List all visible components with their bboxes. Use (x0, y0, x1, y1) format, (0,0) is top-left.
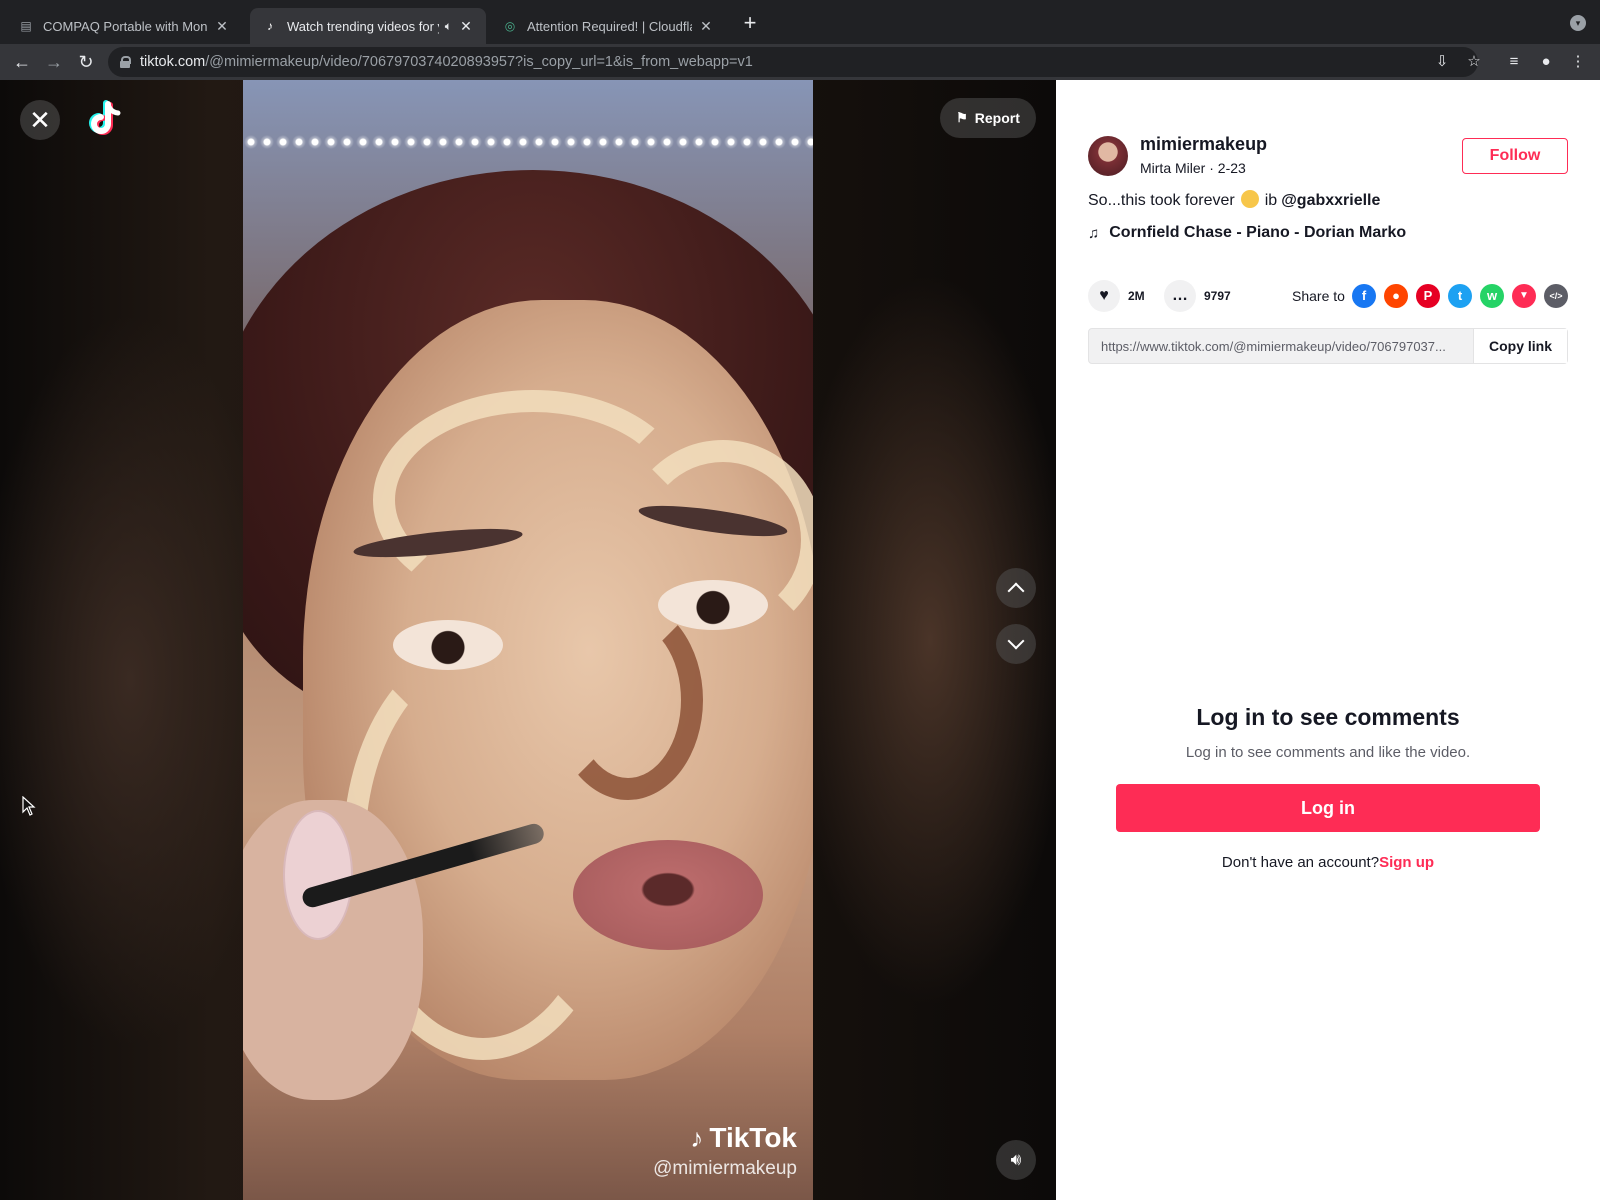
tab-title: Attention Required! | Cloudflar (527, 18, 692, 34)
video-stage: ♪ TikTok @mimiermakeup ✕ ⚑ Report 🔊︎ (0, 80, 1056, 1200)
browser-tab-strip: ▤ COMPAQ Portable with Monoc ✕ ♪ Watch t… (0, 0, 1600, 44)
bookmark-star-icon[interactable]: ☆ (1464, 52, 1484, 72)
tab-title: COMPAQ Portable with Monoc (43, 18, 208, 34)
new-tab-button[interactable]: + (738, 12, 762, 36)
previous-video-button[interactable] (996, 568, 1036, 608)
cloudflare-favicon: ◎ (504, 19, 516, 33)
media-control-icon[interactable]: ≡ (1504, 52, 1524, 72)
volume-icon: 🔊︎ (1010, 1150, 1022, 1169)
video-nail (283, 810, 353, 940)
chevron-up-icon (1007, 582, 1025, 600)
comment-icon[interactable]: … (1164, 280, 1196, 312)
share-icons: f ● P t w ▼ </> (1352, 284, 1576, 308)
author-username[interactable]: mimiermakeup (1140, 134, 1267, 155)
video-player[interactable]: ♪ TikTok @mimiermakeup (243, 80, 813, 1200)
video-caption: So...this took forever ib @gabxxrielle (1088, 190, 1380, 210)
signup-line: Don't have an account?Sign up (1056, 854, 1600, 871)
tiktok-favicon: ♪ (267, 19, 273, 33)
watermark-logo: ♪ TikTok (653, 1122, 797, 1154)
tiktok-logo-icon[interactable] (86, 100, 122, 140)
music-title: Cornfield Chase - Piano - Dorian Marko (1109, 224, 1407, 241)
address-bar[interactable]: tiktok.com/@mimiermakeup/video/706797037… (108, 47, 1478, 77)
caption-mention-link[interactable]: @gabxxrielle (1281, 192, 1380, 210)
back-icon[interactable]: ← (10, 50, 34, 74)
watermark-brand: TikTok (709, 1122, 797, 1153)
volume-button[interactable]: 🔊︎ (996, 1140, 1036, 1180)
comment-stat[interactable]: … 9797 (1164, 280, 1231, 312)
report-label: Report (974, 110, 1020, 126)
led-lights (243, 132, 813, 152)
lock-icon[interactable] (120, 56, 131, 68)
like-stat[interactable]: ♥ 2M (1088, 280, 1145, 312)
caption-text: So...this took forever (1088, 192, 1235, 209)
music-note-icon: ♫ (1088, 224, 1100, 242)
share-to-label: Share to (1292, 288, 1345, 304)
browser-toolbar: ← → ↻ tiktok.com/@mimiermakeup/video/706… (0, 44, 1600, 80)
close-tab-icon[interactable]: ✕ (458, 18, 474, 34)
reddit-icon[interactable]: ● (1384, 284, 1408, 308)
tab-cloudflare[interactable]: ◎ Attention Required! | Cloudflar ✕ (490, 8, 726, 44)
embed-icon[interactable]: </> (1544, 284, 1568, 308)
next-video-button[interactable] (996, 624, 1036, 664)
signup-link[interactable]: Sign up (1379, 854, 1434, 871)
no-account-text: Don't have an account? (1221, 854, 1380, 871)
like-count: 2M (1128, 289, 1145, 303)
tab-title: Watch trending videos for y (287, 18, 439, 34)
whatsapp-icon[interactable]: w (1480, 284, 1504, 308)
tab-search-icon[interactable]: ▾ (1570, 15, 1586, 31)
pinterest-icon[interactable]: P (1416, 284, 1440, 308)
comment-count: 9797 (1204, 289, 1231, 303)
copy-link-button[interactable]: Copy link (1473, 329, 1567, 363)
separator-dot: · (1209, 160, 1218, 176)
profile-icon[interactable]: ● (1536, 52, 1556, 72)
author-subline: Mirta Miler · 2-23 (1140, 160, 1246, 176)
smile-emoji-icon (1240, 190, 1259, 208)
video-info-panel: mimiermakeup Mirta Miler · 2-23 Follow S… (1056, 80, 1600, 1200)
caption-suffix: ib (1264, 192, 1278, 209)
url-path: /@mimiermakeup/video/7067970374020893957… (205, 54, 753, 70)
chevron-down-icon (1007, 632, 1025, 650)
compaq-favicon: ▤ (20, 19, 32, 33)
facebook-icon[interactable]: f (1352, 284, 1376, 308)
speaker-icon[interactable]: 🔈︎ (445, 19, 452, 34)
close-tab-icon[interactable]: ✕ (214, 18, 230, 34)
video-eye (658, 580, 768, 630)
twitter-icon[interactable]: t (1448, 284, 1472, 308)
share-link-box: https://www.tiktok.com/@mimiermakeup/vid… (1088, 328, 1568, 364)
reload-icon[interactable]: ↻ (74, 50, 98, 74)
browser-menu-icon[interactable]: ⋮ (1568, 52, 1588, 72)
flag-icon: ⚑ (956, 110, 968, 125)
login-prompt-subtitle: Log in to see comments and like the vide… (1185, 744, 1471, 761)
video-lips (573, 840, 763, 950)
login-prompt-title: Log in to see comments (1196, 704, 1460, 730)
send-icon[interactable]: ▼ (1512, 284, 1536, 308)
watermark-user: @mimiermakeup (653, 1158, 797, 1179)
tiktok-note-icon: ♪ (690, 1122, 704, 1153)
install-app-icon[interactable]: ⇩ (1432, 52, 1452, 72)
heart-icon[interactable]: ♥ (1088, 280, 1120, 312)
video-watermark: ♪ TikTok @mimiermakeup (653, 1122, 797, 1180)
follow-button[interactable]: Follow (1462, 138, 1568, 174)
music-link[interactable]: ♫ Cornfield Chase - Piano - Dorian Marko (1088, 224, 1406, 242)
share-link-url[interactable]: https://www.tiktok.com/@mimiermakeup/vid… (1089, 339, 1473, 354)
close-tab-icon[interactable]: ✕ (698, 18, 714, 34)
tab-compaq[interactable]: ▤ COMPAQ Portable with Monoc ✕ (6, 8, 242, 44)
post-date: 2-23 (1217, 160, 1246, 176)
video-eye (393, 620, 503, 670)
url-host: tiktok.com (140, 54, 206, 70)
author-display-name: Mirta Miler (1140, 160, 1206, 176)
report-button[interactable]: ⚑ Report (940, 98, 1036, 138)
forward-icon[interactable]: → (42, 50, 66, 74)
tab-tiktok[interactable]: ♪ Watch trending videos for y 🔈︎ ✕ (250, 8, 486, 44)
close-button[interactable]: ✕ (20, 100, 60, 140)
avatar[interactable] (1088, 136, 1128, 176)
login-button[interactable]: Log in (1116, 784, 1540, 832)
